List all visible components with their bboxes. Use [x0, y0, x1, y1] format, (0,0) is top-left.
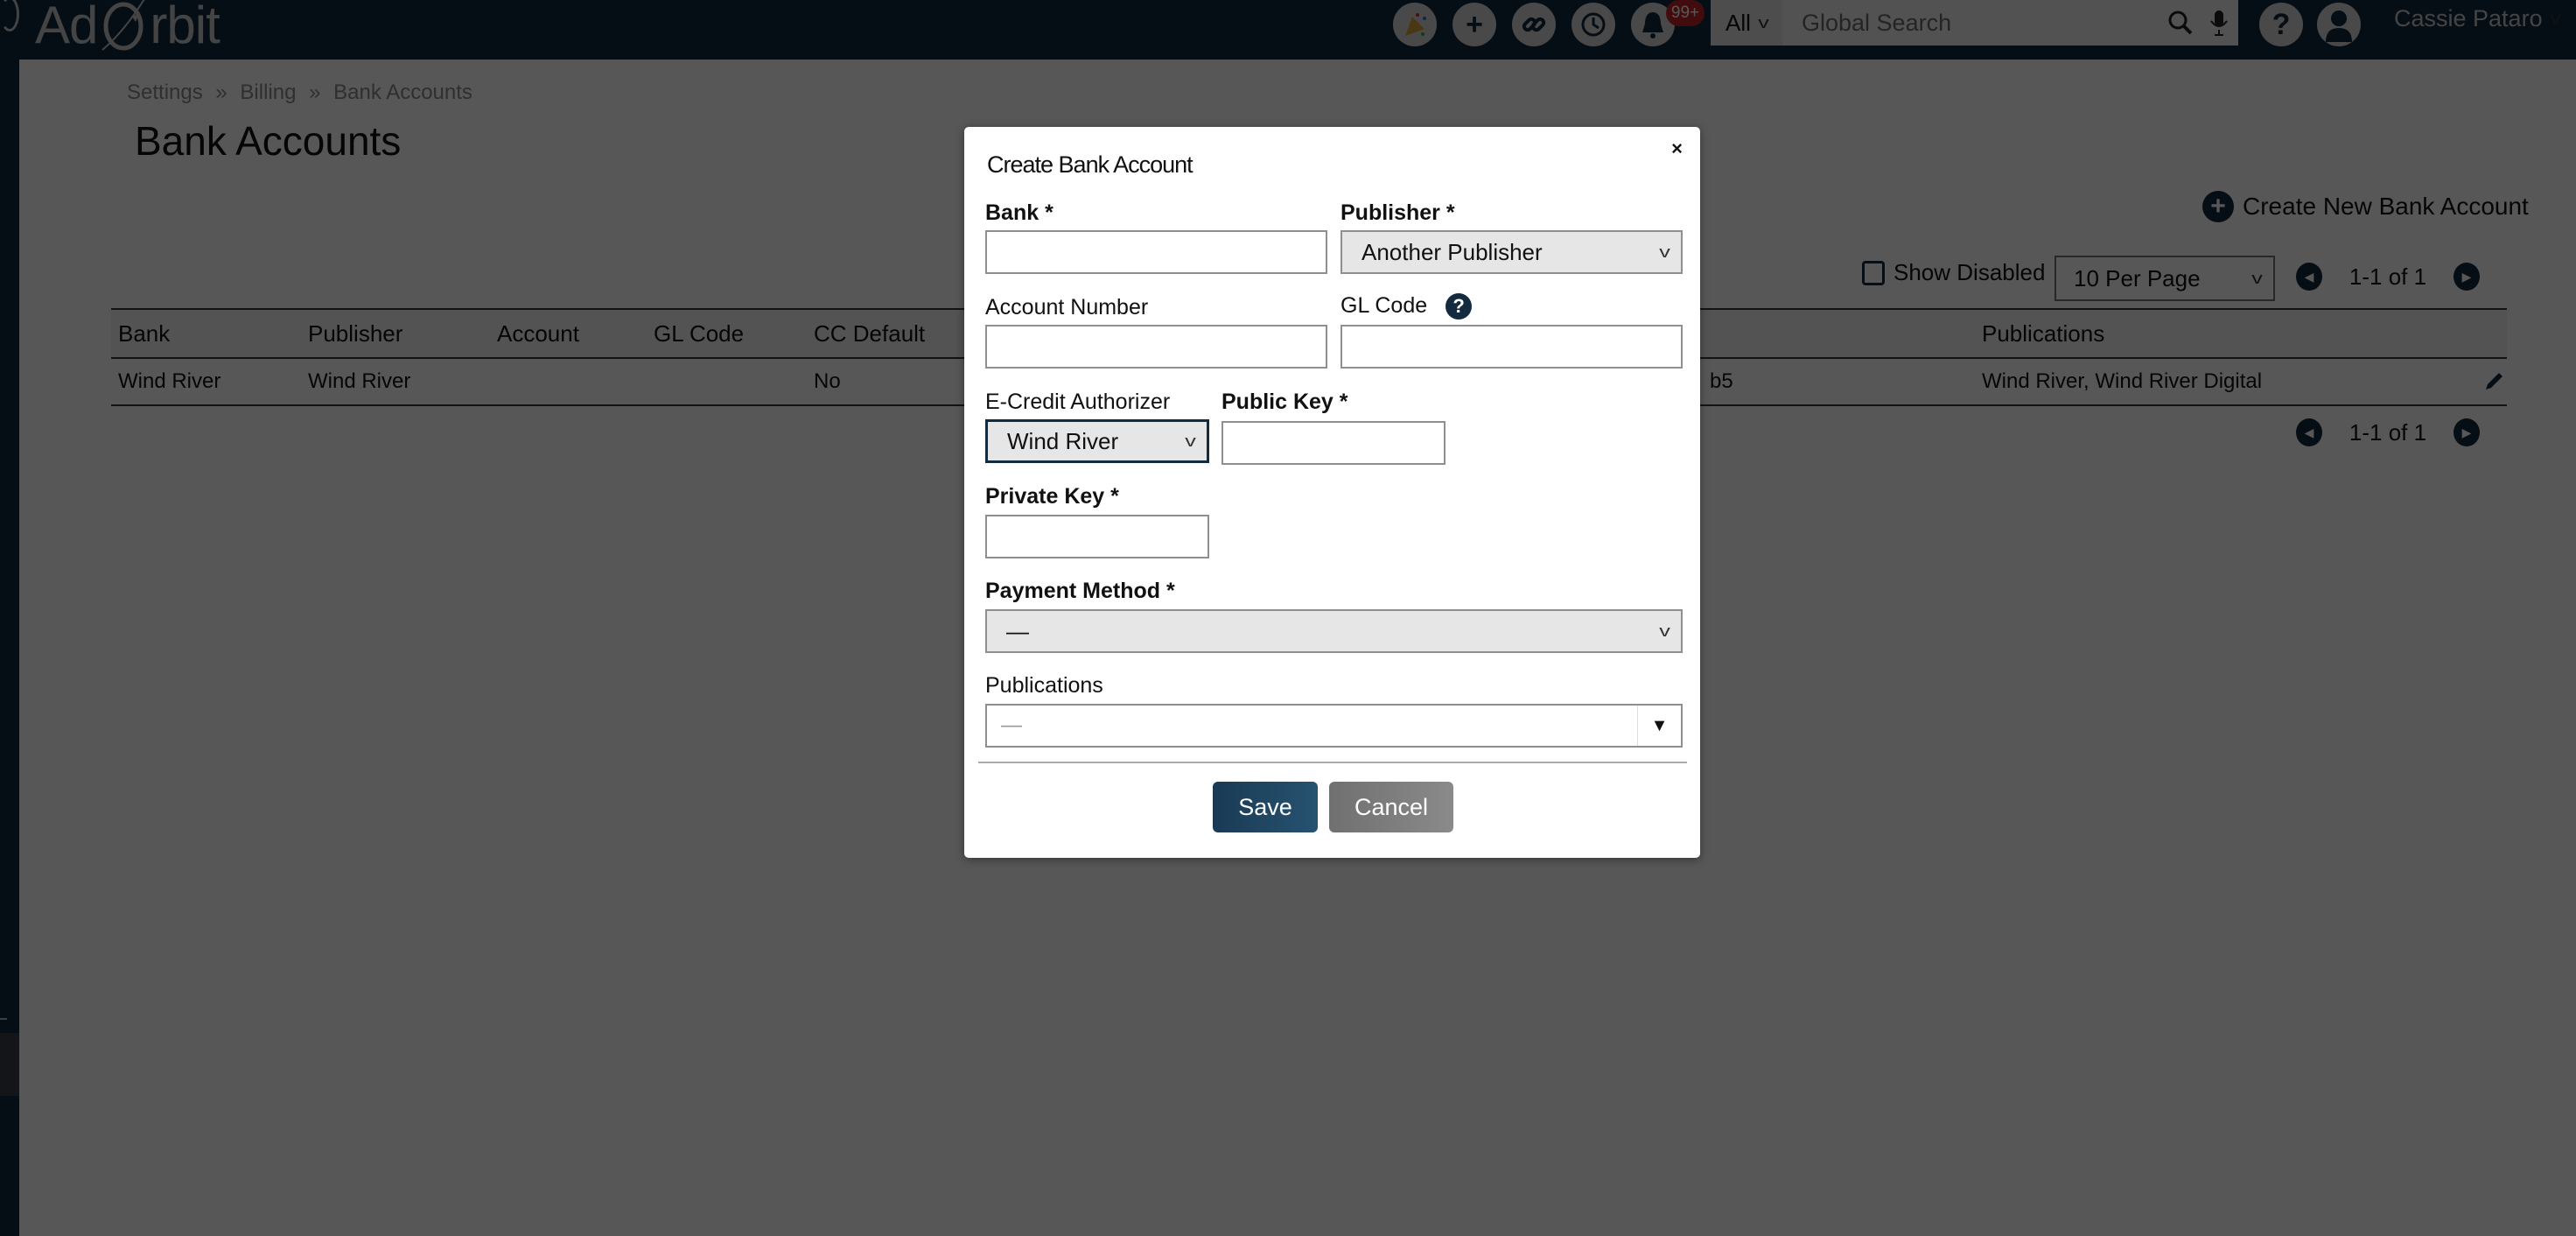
create-bank-account-dialog: × Create Bank Account Bank * Publisher *…: [964, 127, 1700, 858]
publications-value: —: [1001, 713, 1022, 737]
publisher-value: Another Publisher: [1362, 238, 1543, 265]
gl-code-input[interactable]: [1340, 325, 1683, 369]
account-number-label: Account Number: [985, 295, 1149, 320]
private-key-label: Private Key *: [985, 484, 1119, 509]
close-icon[interactable]: ×: [1671, 137, 1683, 160]
dialog-divider: [978, 762, 1687, 763]
chevron-down-icon: v: [1185, 432, 1196, 450]
ecredit-authorizer-select[interactable]: Wind River v: [985, 419, 1209, 463]
ecredit-authorizer-value: Wind River: [1007, 427, 1119, 454]
bank-input[interactable]: [985, 230, 1327, 274]
payment-method-label: Payment Method *: [985, 579, 1175, 603]
public-key-input[interactable]: [1222, 421, 1446, 465]
publisher-select[interactable]: Another Publisher v: [1340, 230, 1683, 274]
payment-method-select[interactable]: — v: [985, 609, 1683, 653]
chevron-down-icon: v: [1659, 242, 1670, 261]
gl-code-label-wrap: GL Code ?: [1340, 293, 1473, 320]
public-key-label: Public Key *: [1222, 390, 1348, 414]
save-button[interactable]: Save: [1213, 782, 1318, 832]
ecredit-authorizer-label: E-Credit Authorizer: [985, 390, 1171, 414]
bank-label: Bank *: [985, 200, 1054, 225]
gl-code-label: GL Code: [1340, 293, 1428, 318]
caret-down-icon[interactable]: ▼: [1637, 706, 1681, 746]
chevron-down-icon: v: [1659, 622, 1670, 640]
publications-multiselect[interactable]: — ▼: [985, 704, 1683, 748]
dialog-title: Create Bank Account: [987, 151, 1194, 178]
cancel-button[interactable]: Cancel: [1329, 782, 1453, 832]
publications-label: Publications: [985, 673, 1103, 698]
private-key-input[interactable]: [985, 515, 1209, 558]
payment-method-value: —: [1006, 617, 1029, 644]
help-icon[interactable]: ?: [1446, 293, 1473, 320]
account-number-input[interactable]: [985, 325, 1327, 369]
publisher-label: Publisher *: [1340, 200, 1455, 225]
